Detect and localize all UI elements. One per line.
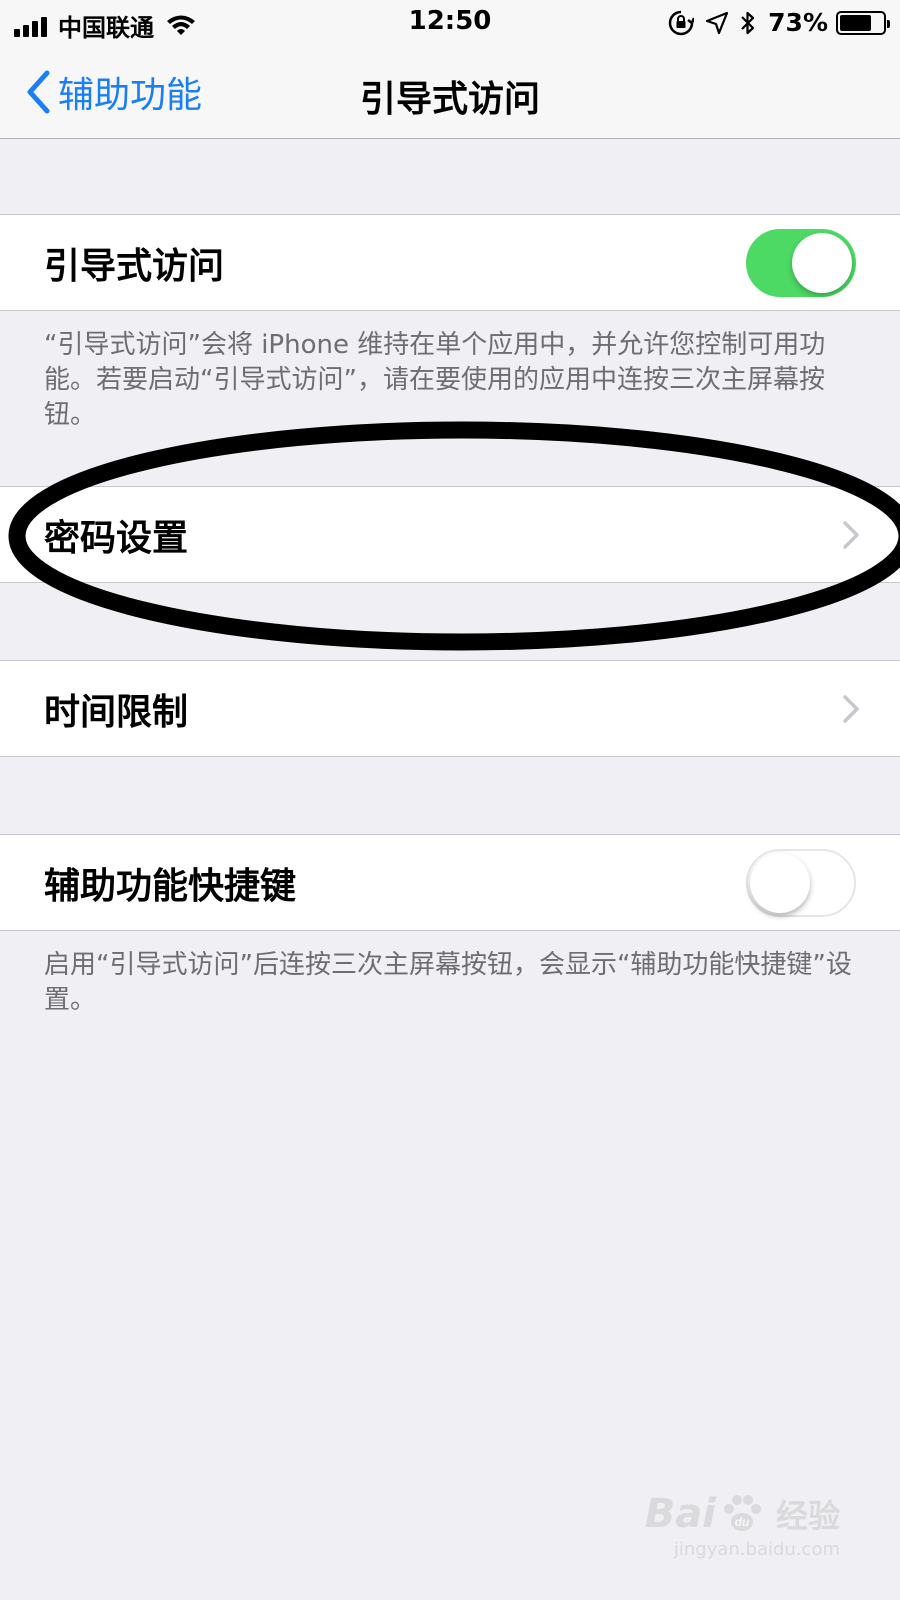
watermark-url: jingyan.baidu.com	[673, 1539, 840, 1560]
accessibility-shortcut-label: 辅助功能快捷键	[44, 865, 297, 907]
baidu-watermark: Bai du 经验 jingyan.baidu.com	[645, 1491, 840, 1560]
page-title: 引导式访问	[359, 79, 540, 120]
time-limits-row[interactable]: 时间限制	[0, 660, 900, 757]
battery-percent: 73%	[768, 8, 828, 37]
paw-icon: du	[723, 1495, 761, 1531]
battery-icon	[836, 10, 890, 35]
guided-access-toggle[interactable]	[746, 229, 856, 297]
toggle-knob	[792, 233, 852, 293]
accessibility-shortcut-footer: 启用“引导式访问”后连按三次主屏幕按钮，会显示“辅助功能快捷键”设置。	[44, 950, 852, 1015]
bluetooth-icon	[741, 11, 755, 34]
battery-fill	[840, 14, 871, 31]
chevron-right-icon	[843, 695, 859, 723]
chevron-right-icon	[843, 521, 859, 549]
status-bar: 中国联通 12:50 73%	[0, 0, 900, 46]
location-icon	[706, 11, 729, 34]
svg-text:du: du	[735, 1515, 750, 1529]
toggle-knob	[750, 853, 810, 913]
guided-access-row: 引导式访问	[0, 214, 900, 311]
guided-access-label: 引导式访问	[44, 245, 225, 287]
rotation-lock-icon	[668, 10, 695, 35]
accessibility-shortcut-row: 辅助功能快捷键	[0, 834, 900, 931]
status-right: 73%	[668, 8, 890, 37]
accessibility-shortcut-toggle[interactable]	[746, 849, 856, 917]
time-limits-label: 时间限制	[44, 691, 189, 733]
passcode-settings-row[interactable]: 密码设置	[0, 486, 900, 583]
watermark-logo: Bai du 经验	[644, 1491, 840, 1537]
settings-screen: 中国联通 12:50 73% 辅助功能 引导式访问 引导式访问 “引导式访问”会…	[0, 0, 900, 1600]
guided-access-footer: “引导式访问”会将 iPhone 维持在单个应用中，并允许您控制可用功能。若要启…	[44, 330, 826, 430]
navigation-bar: 辅助功能 引导式访问	[0, 46, 900, 139]
passcode-settings-label: 密码设置	[44, 517, 189, 559]
